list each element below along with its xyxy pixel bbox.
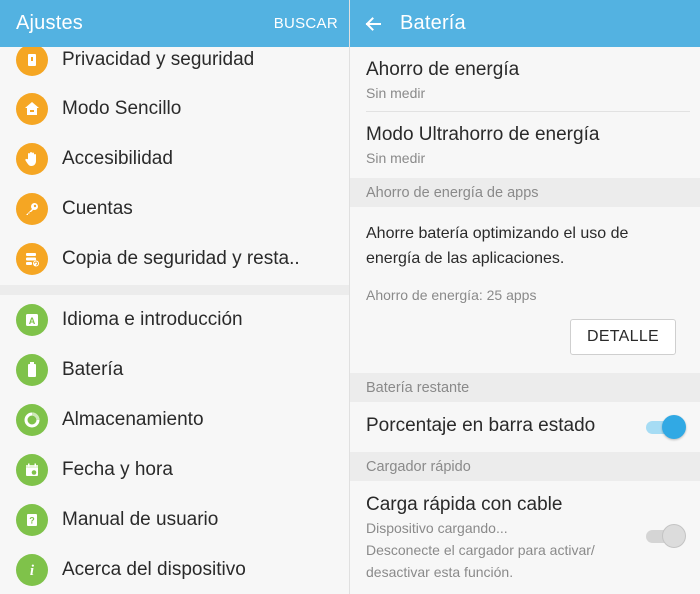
svg-text:i: i xyxy=(30,563,35,578)
section-header-battery-remaining: Batería restante xyxy=(350,373,700,402)
settings-item-label: Acerca del dispositivo xyxy=(62,559,246,580)
battery-percentage-toggle[interactable] xyxy=(646,415,686,439)
toggle-thumb xyxy=(662,415,686,439)
battery-percentage-item[interactable]: Porcentaje en barra estado xyxy=(350,402,700,452)
ultra-power-saving-item[interactable]: Modo Ultrahorro de energía Sin medir xyxy=(350,112,700,178)
fast-cable-charging-description: Desconecte el cargador para activar/ xyxy=(366,542,595,558)
svg-text:A: A xyxy=(29,316,36,326)
settings-item-label: Idioma e introducción xyxy=(62,309,243,330)
settings-item-accounts[interactable]: Cuentas xyxy=(0,184,350,234)
page-title: Batería xyxy=(400,12,466,34)
settings-panel: Privacidad y seguridad Modo Sencillo Acc… xyxy=(0,0,350,594)
ultra-power-saving-title: Modo Ultrahorro de energía xyxy=(366,124,600,145)
settings-item-label: Copia de seguridad y resta.. xyxy=(62,248,300,269)
settings-item-label: Modo Sencillo xyxy=(62,98,182,119)
section-header-app-saving: Ahorro de energía de apps xyxy=(350,178,700,207)
group-divider xyxy=(0,285,350,295)
settings-appbar: Ajustes BUSCAR xyxy=(0,0,350,47)
detail-button[interactable]: DETALLE xyxy=(570,319,676,355)
settings-item-date-time[interactable]: Fecha y hora xyxy=(0,445,350,495)
backup-icon xyxy=(16,243,48,275)
battery-icon xyxy=(16,354,48,386)
settings-item-label: Cuentas xyxy=(62,198,133,219)
manual-icon: ? xyxy=(16,504,48,536)
app-saving-status: Ahorro de energía: 25 apps xyxy=(366,287,537,303)
settings-item-label: Batería xyxy=(62,359,124,380)
settings-item-battery[interactable]: Batería xyxy=(0,345,350,395)
svg-text:?: ? xyxy=(29,516,35,526)
settings-item-label: Privacidad y seguridad xyxy=(62,49,255,70)
settings-item-storage[interactable]: Almacenamiento xyxy=(0,395,350,445)
power-saving-title: Ahorro de energía xyxy=(366,59,520,80)
settings-item-about-device[interactable]: i Acerca del dispositivo xyxy=(0,545,350,594)
storage-icon xyxy=(16,404,48,436)
battery-percentage-title: Porcentaje en barra estado xyxy=(366,415,596,436)
language-icon: A xyxy=(16,304,48,336)
info-icon: i xyxy=(16,554,48,586)
back-arrow-icon[interactable] xyxy=(364,13,386,35)
settings-item-user-manual[interactable]: ? Manual de usuario xyxy=(0,495,350,545)
settings-item-easy-mode[interactable]: Modo Sencillo xyxy=(0,84,350,134)
settings-item-backup[interactable]: Copia de seguridad y resta.. xyxy=(0,234,350,284)
key-icon xyxy=(16,193,48,225)
power-saving-subtitle: Sin medir xyxy=(366,85,426,101)
fast-cable-charging-description: desactivar esta función. xyxy=(366,564,514,580)
fast-cable-charging-subtitle: Dispositivo cargando... xyxy=(366,520,508,536)
app-saving-description: Ahorre batería optimizando el uso de ene… xyxy=(366,225,629,267)
calendar-icon xyxy=(16,454,48,486)
toggle-thumb xyxy=(662,524,686,548)
settings-item-label: Almacenamiento xyxy=(62,409,204,430)
settings-item-language[interactable]: A Idioma e introducción xyxy=(0,295,350,345)
settings-item-label: Accesibilidad xyxy=(62,148,173,169)
fast-cable-charging-item[interactable]: Carga rápida con cable Dispositivo carga… xyxy=(350,481,700,594)
ultra-power-saving-subtitle: Sin medir xyxy=(366,150,426,166)
battery-appbar: Batería xyxy=(350,0,700,47)
home-icon xyxy=(16,93,48,125)
fast-cable-charging-toggle[interactable] xyxy=(646,524,686,548)
page-title: Ajustes xyxy=(16,12,83,34)
settings-item-label: Manual de usuario xyxy=(62,509,219,530)
settings-item-label: Fecha y hora xyxy=(62,459,173,480)
power-saving-item[interactable]: Ahorro de energía Sin medir xyxy=(350,47,700,111)
fast-cable-charging-title: Carga rápida con cable xyxy=(366,494,563,515)
battery-panel: Batería Ahorro de energía Sin medir Modo… xyxy=(350,0,700,594)
hand-icon xyxy=(16,143,48,175)
settings-item-accessibility[interactable]: Accesibilidad xyxy=(0,134,350,184)
search-button[interactable]: BUSCAR xyxy=(274,15,338,32)
privacy-icon xyxy=(16,44,48,76)
section-header-fast-charger: Cargador rápido xyxy=(350,452,700,481)
